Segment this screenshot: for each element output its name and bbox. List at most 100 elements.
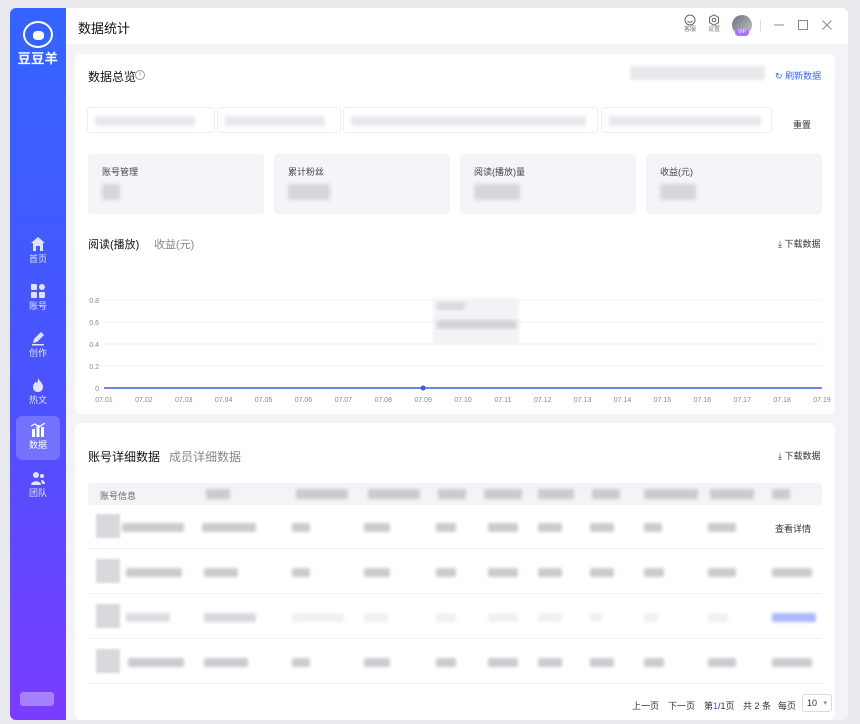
cell-placeholder [292, 568, 310, 577]
cell-placeholder [204, 568, 238, 577]
minimize-icon [774, 24, 784, 26]
page-suffix: /1页 [718, 701, 735, 711]
account-name-placeholder [126, 568, 182, 577]
account-thumbnail [96, 514, 120, 538]
page-indicator: 第1/1页 [704, 699, 735, 712]
sidebar-item-label: 账号 [28, 301, 47, 311]
x-tick-label: 07.04 [215, 397, 233, 404]
x-tick-label: 07.14 [614, 397, 632, 404]
tab-reads[interactable]: 阅读(播放) [88, 236, 139, 252]
refresh-data-label: 刷新数据 [785, 71, 822, 81]
tab-income[interactable]: 收益(元) [154, 236, 194, 252]
column-header [710, 489, 754, 499]
account-name-placeholder [122, 523, 184, 532]
customer-service-button[interactable]: 客服 [680, 14, 700, 34]
cell-placeholder [538, 658, 562, 667]
cell-placeholder [538, 523, 562, 532]
view-details-link[interactable]: 查看详情 [775, 522, 811, 535]
reads-line-chart: 0.8 0.6 0.4 0.2 0 07.01 07.02 07.03 07.04 07.05 0… [89, 298, 831, 404]
sidebar-item-hot[interactable]: 热文 [16, 371, 60, 415]
cell-placeholder [644, 523, 662, 532]
cell-placeholder [204, 658, 248, 667]
sidebar-item-label: 创作 [28, 348, 47, 358]
sidebar-item-team[interactable]: 团队 [16, 464, 60, 508]
sidebar: 豆豆羊 首页 账号 创作 热文 数据 团队 [10, 8, 66, 720]
table-row: 查看详情 [88, 505, 822, 549]
download-data-label: 下载数据 [784, 451, 821, 461]
tab-member-details[interactable]: 成员详细数据 [169, 448, 241, 465]
cell-placeholder [488, 568, 518, 577]
stat-label: 累计粉丝 [288, 167, 325, 177]
sidebar-item-label: 首页 [28, 254, 47, 264]
close-button[interactable] [819, 17, 835, 33]
prev-page-button[interactable]: 上一页 [632, 699, 659, 712]
cell-placeholder [436, 613, 456, 622]
data-point[interactable] [420, 385, 426, 391]
bar-chart-icon [30, 422, 46, 437]
cell-placeholder [488, 613, 518, 622]
stat-value [288, 184, 330, 200]
row-action-placeholder[interactable] [772, 613, 816, 622]
cell-placeholder [202, 523, 256, 532]
cell-placeholder [708, 658, 736, 667]
sidebar-item-data[interactable]: 数据 [16, 416, 60, 460]
stat-card-accounts: 账号管理 [88, 154, 264, 214]
column-header [206, 489, 230, 499]
tab-account-details[interactable]: 账号详细数据 [88, 448, 160, 465]
download-icon: ⤓ [778, 451, 782, 461]
row-action-placeholder[interactable] [772, 658, 812, 667]
user-name-placeholder [20, 692, 54, 706]
team-icon [31, 472, 45, 485]
download-data-button[interactable]: ⤓ 下载数据 [778, 237, 821, 250]
maximize-button[interactable] [795, 17, 811, 33]
cell-placeholder [436, 523, 456, 532]
refresh-data-button[interactable]: ↻ 刷新数据 [775, 69, 821, 82]
sidebar-item-home[interactable]: 首页 [16, 230, 60, 274]
total-count: 共 2 条 [743, 701, 772, 711]
update-time-placeholder [630, 66, 765, 80]
reset-button[interactable]: 重置 [793, 118, 811, 131]
settings-button[interactable]: 设置 [704, 14, 724, 34]
cell-placeholder [590, 568, 614, 577]
app-window: 豆豆羊 首页 账号 创作 热文 数据 团队 数据统计 客服 设置 VIP 数据总… [10, 8, 848, 720]
column-header [296, 489, 348, 499]
stat-label: 收益(元) [660, 167, 693, 177]
next-page-button[interactable]: 下一页 [668, 699, 695, 712]
column-header [484, 489, 522, 499]
cell-placeholder [708, 523, 736, 532]
filter-value-placeholder [351, 116, 586, 126]
app-logo-text: 豆豆羊 [17, 51, 59, 66]
y-tick-label: 0.4 [89, 342, 99, 349]
table-header: 账号信息 [88, 483, 822, 505]
overview-card: 数据总览 i ↻ 刷新数据 重置 账号管理 累计粉丝 阅读(播放)量 收益(元) [75, 54, 835, 414]
row-action-placeholder[interactable] [772, 568, 812, 577]
sidebar-item-accounts[interactable]: 账号 [16, 277, 60, 321]
x-tick-label: 07.03 [175, 397, 193, 404]
info-icon[interactable]: i [135, 70, 145, 80]
per-page-select[interactable]: 10 ▾ [802, 694, 832, 712]
account-thumbnail [96, 649, 120, 673]
download-data-label: 下载数据 [784, 239, 821, 249]
cell-placeholder [292, 658, 310, 667]
x-tick-label: 07.16 [694, 397, 712, 404]
per-page-label: 每页 [778, 701, 797, 711]
x-tick-label: 07.18 [773, 397, 791, 404]
y-tick-label: 0.8 [89, 298, 99, 305]
sidebar-item-create[interactable]: 创作 [16, 324, 60, 368]
pen-icon [32, 332, 44, 346]
cell-placeholder [436, 568, 456, 577]
x-tick-label: 07.08 [374, 397, 392, 404]
download-details-button[interactable]: ⤓ 下载数据 [778, 449, 821, 462]
y-tick-label: 0.2 [89, 364, 99, 371]
x-tick-label: 07.05 [255, 397, 273, 404]
cell-placeholder [204, 613, 256, 622]
column-header [438, 489, 466, 499]
minimize-button[interactable] [771, 17, 787, 33]
cell-placeholder [590, 523, 614, 532]
cell-placeholder [436, 658, 456, 667]
x-tick-label: 07.02 [135, 397, 153, 404]
x-tick-label: 07.11 [494, 397, 511, 404]
column-header [772, 489, 790, 499]
x-tick-label: 07.13 [574, 397, 592, 404]
settings-label: 设置 [707, 27, 720, 33]
